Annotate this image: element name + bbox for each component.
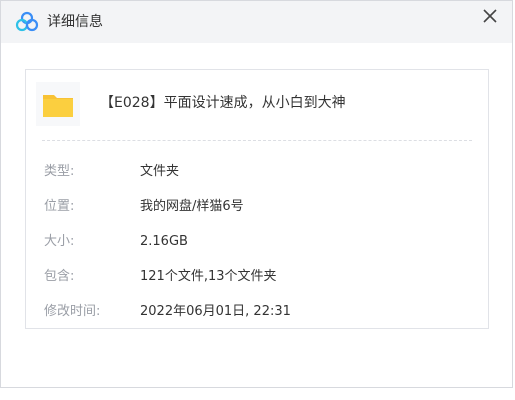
dialog-title: 详细信息: [47, 14, 103, 30]
detail-value: 2022年06月01日, 22:31: [140, 304, 291, 319]
divider: [42, 140, 472, 141]
details-panel: 【E028】平面设计速成，从小白到大神 类型: 文件夹 位置: 我的网盘/样猫6号 …: [25, 69, 489, 329]
detail-row-location: 位置: 我的网盘/样猫6号: [44, 197, 244, 217]
detail-value: 121个文件,13个文件夹: [140, 269, 277, 284]
detail-value: 我的网盘/样猫6号: [140, 199, 244, 214]
detail-value: 2.16GB: [140, 234, 188, 249]
detail-value: 文件夹: [140, 164, 180, 179]
folder-icon-tile: [36, 82, 80, 126]
detail-row-modified: 修改时间: 2022年06月01日, 22:31: [44, 302, 291, 322]
detail-row-contains: 包含: 121个文件,13个文件夹: [44, 267, 277, 287]
file-name: 【E028】平面设计速成，从小白到大神: [100, 95, 346, 111]
baidu-netdisk-cloud-icon: [15, 11, 39, 32]
detail-label: 位置:: [44, 199, 75, 214]
folder-icon: [43, 95, 73, 117]
detail-row-type: 类型: 文件夹: [44, 162, 179, 182]
detail-label: 类型:: [44, 164, 75, 179]
close-icon[interactable]: [476, 4, 504, 32]
detail-label: 包含:: [44, 269, 75, 284]
detail-label: 大小:: [44, 234, 75, 249]
details-dialog: 详细信息 【E028】平面设计速成，从小白到大神 类型: 文件夹 位置: 我的网盘/…: [0, 0, 513, 388]
detail-label: 修改时间:: [44, 304, 101, 319]
detail-row-size: 大小: 2.16GB: [44, 232, 188, 252]
title-bar: 详细信息: [1, 1, 512, 43]
